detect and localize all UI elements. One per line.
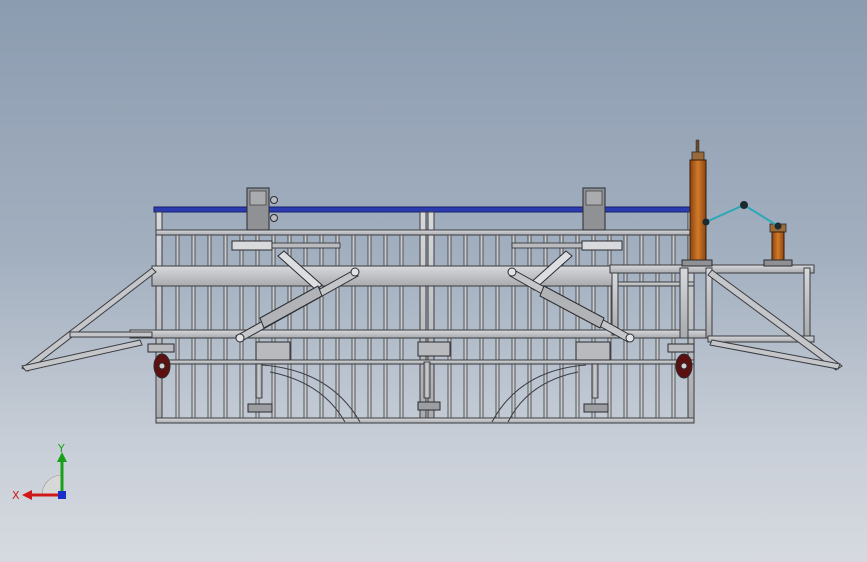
triad-y-label: Y bbox=[57, 442, 65, 455]
tall-orange-cylinder[interactable] bbox=[681, 139, 713, 267]
picket bbox=[303, 234, 308, 419]
picket bbox=[623, 234, 628, 419]
picket bbox=[239, 234, 244, 419]
picket bbox=[367, 234, 372, 419]
picket bbox=[351, 234, 356, 419]
picket bbox=[639, 234, 644, 419]
right-outrigger[interactable] bbox=[707, 269, 843, 371]
picket bbox=[511, 234, 516, 419]
picket bbox=[575, 234, 580, 419]
picket bbox=[655, 234, 660, 419]
picket bbox=[399, 234, 404, 419]
left-horizontal-actuator[interactable] bbox=[231, 240, 341, 251]
right-clamp-block[interactable] bbox=[582, 187, 606, 231]
left-diagonal-cylinder[interactable] bbox=[235, 250, 360, 343]
triad-x-label: X bbox=[12, 489, 20, 502]
picket bbox=[543, 234, 548, 419]
coordinate-triad: Y X bbox=[12, 442, 67, 502]
left-outrigger[interactable] bbox=[21, 267, 157, 372]
frame-assembly-model[interactable] bbox=[0, 0, 867, 562]
picket bbox=[175, 234, 180, 419]
picket bbox=[463, 234, 468, 419]
picket bbox=[335, 234, 340, 419]
triad-z-axis bbox=[58, 491, 66, 499]
picket bbox=[191, 234, 196, 419]
graphics-area[interactable]: Y X bbox=[0, 0, 867, 562]
picket bbox=[447, 234, 452, 419]
teal-linkage[interactable] bbox=[702, 201, 782, 230]
top-rail[interactable] bbox=[153, 206, 693, 213]
left-support-leg[interactable] bbox=[247, 341, 291, 413]
picket bbox=[383, 234, 388, 419]
picket bbox=[271, 234, 276, 419]
picket bbox=[479, 234, 484, 419]
picket bbox=[223, 234, 228, 419]
picket bbox=[207, 234, 212, 419]
picket bbox=[495, 234, 500, 419]
short-orange-cylinder[interactable] bbox=[763, 223, 793, 267]
picket bbox=[527, 234, 532, 419]
picket bbox=[671, 234, 676, 419]
picket bbox=[319, 234, 324, 419]
